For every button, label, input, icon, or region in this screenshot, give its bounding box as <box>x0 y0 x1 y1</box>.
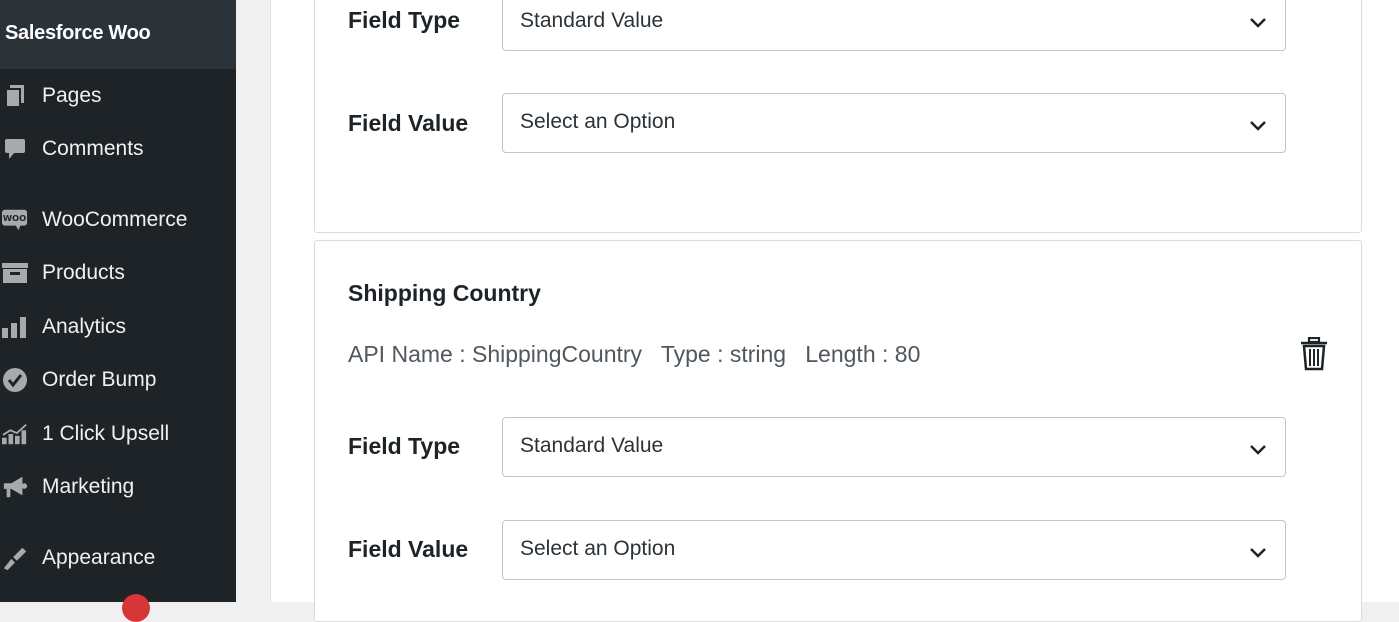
content-gutter <box>236 0 270 602</box>
sidebar-item-products[interactable]: Products <box>0 253 236 293</box>
sidebar-item-analytics[interactable]: Analytics <box>0 307 236 347</box>
field-value-value: Select an Option <box>520 537 676 560</box>
sidebar-item-label: Analytics <box>42 315 127 338</box>
order-bump-icon <box>2 367 28 393</box>
marketing-icon <box>2 474 28 500</box>
sidebar-item-order-bump[interactable]: Order Bump <box>0 360 236 400</box>
field-title: Shipping Country <box>348 280 541 306</box>
sidebar-current-label: Salesforce Woo <box>5 22 151 44</box>
sidebar-item-label: Products <box>42 261 125 284</box>
field-type-value: Standard Value <box>520 434 664 457</box>
svg-text:WOO: WOO <box>3 213 26 223</box>
field-value-label: Field Value <box>348 110 469 136</box>
field-value-value: Select an Option <box>520 110 676 133</box>
trash-icon[interactable] <box>1300 337 1328 371</box>
sidebar-item-1-click-upsell[interactable]: 1 Click Upsell <box>0 414 236 454</box>
analytics-icon <box>2 314 28 340</box>
comments-icon <box>2 136 28 162</box>
sidebar-current-item[interactable]: Salesforce Woo <box>0 0 236 69</box>
sidebar-item-label: Marketing <box>42 475 135 498</box>
chevron-down-icon <box>1250 18 1266 28</box>
chevron-down-icon <box>1250 445 1266 455</box>
field-type-label: Field Type <box>348 433 461 459</box>
sidebar-item-comments[interactable]: Comments <box>0 129 236 169</box>
field-mapping-card: Field Type Standard Value Field Value Se… <box>314 0 1362 233</box>
field-meta: API Name : ShippingCountry Type : string… <box>348 341 920 368</box>
field-type-info: Type : string <box>660 341 787 367</box>
field-value-select[interactable]: Select an Option <box>502 520 1286 580</box>
appearance-icon <box>2 545 28 571</box>
field-value-select[interactable]: Select an Option <box>502 93 1286 153</box>
field-type-label: Field Type <box>348 7 461 33</box>
upsell-icon <box>2 421 28 447</box>
pages-icon <box>2 83 28 109</box>
woocommerce-icon: WOO <box>2 207 28 233</box>
sidebar-item-label: WooCommerce <box>42 208 188 231</box>
field-mapping-card: Shipping Country API Name : ShippingCoun… <box>314 240 1362 622</box>
chevron-down-icon <box>1250 121 1266 131</box>
notification-badge <box>122 594 150 622</box>
field-length: Length : 80 <box>805 341 921 367</box>
sidebar-item-marketing[interactable]: Marketing <box>0 467 236 507</box>
admin-sidebar: Salesforce Woo Pages Comments WOO WooCom… <box>0 0 236 622</box>
field-value-label: Field Value <box>348 536 469 562</box>
chevron-down-icon <box>1250 548 1266 558</box>
products-icon <box>2 260 28 286</box>
field-type-value: Standard Value <box>520 9 664 32</box>
sidebar-item-label: Comments <box>42 137 144 160</box>
sidebar-item-label: 1 Click Upsell <box>42 422 170 445</box>
sidebar-item-appearance[interactable]: Appearance <box>0 538 236 578</box>
sidebar-item-label: Appearance <box>42 546 156 569</box>
sidebar-item-label: Order Bump <box>42 368 157 391</box>
sidebar-item-woocommerce[interactable]: WOO WooCommerce <box>0 200 236 240</box>
api-name: API Name : ShippingCountry <box>348 341 643 367</box>
field-type-select[interactable]: Standard Value <box>502 0 1286 51</box>
field-type-select[interactable]: Standard Value <box>502 417 1286 477</box>
sidebar-item-label: Pages <box>42 84 102 107</box>
sidebar-item-pages[interactable]: Pages <box>0 76 236 116</box>
